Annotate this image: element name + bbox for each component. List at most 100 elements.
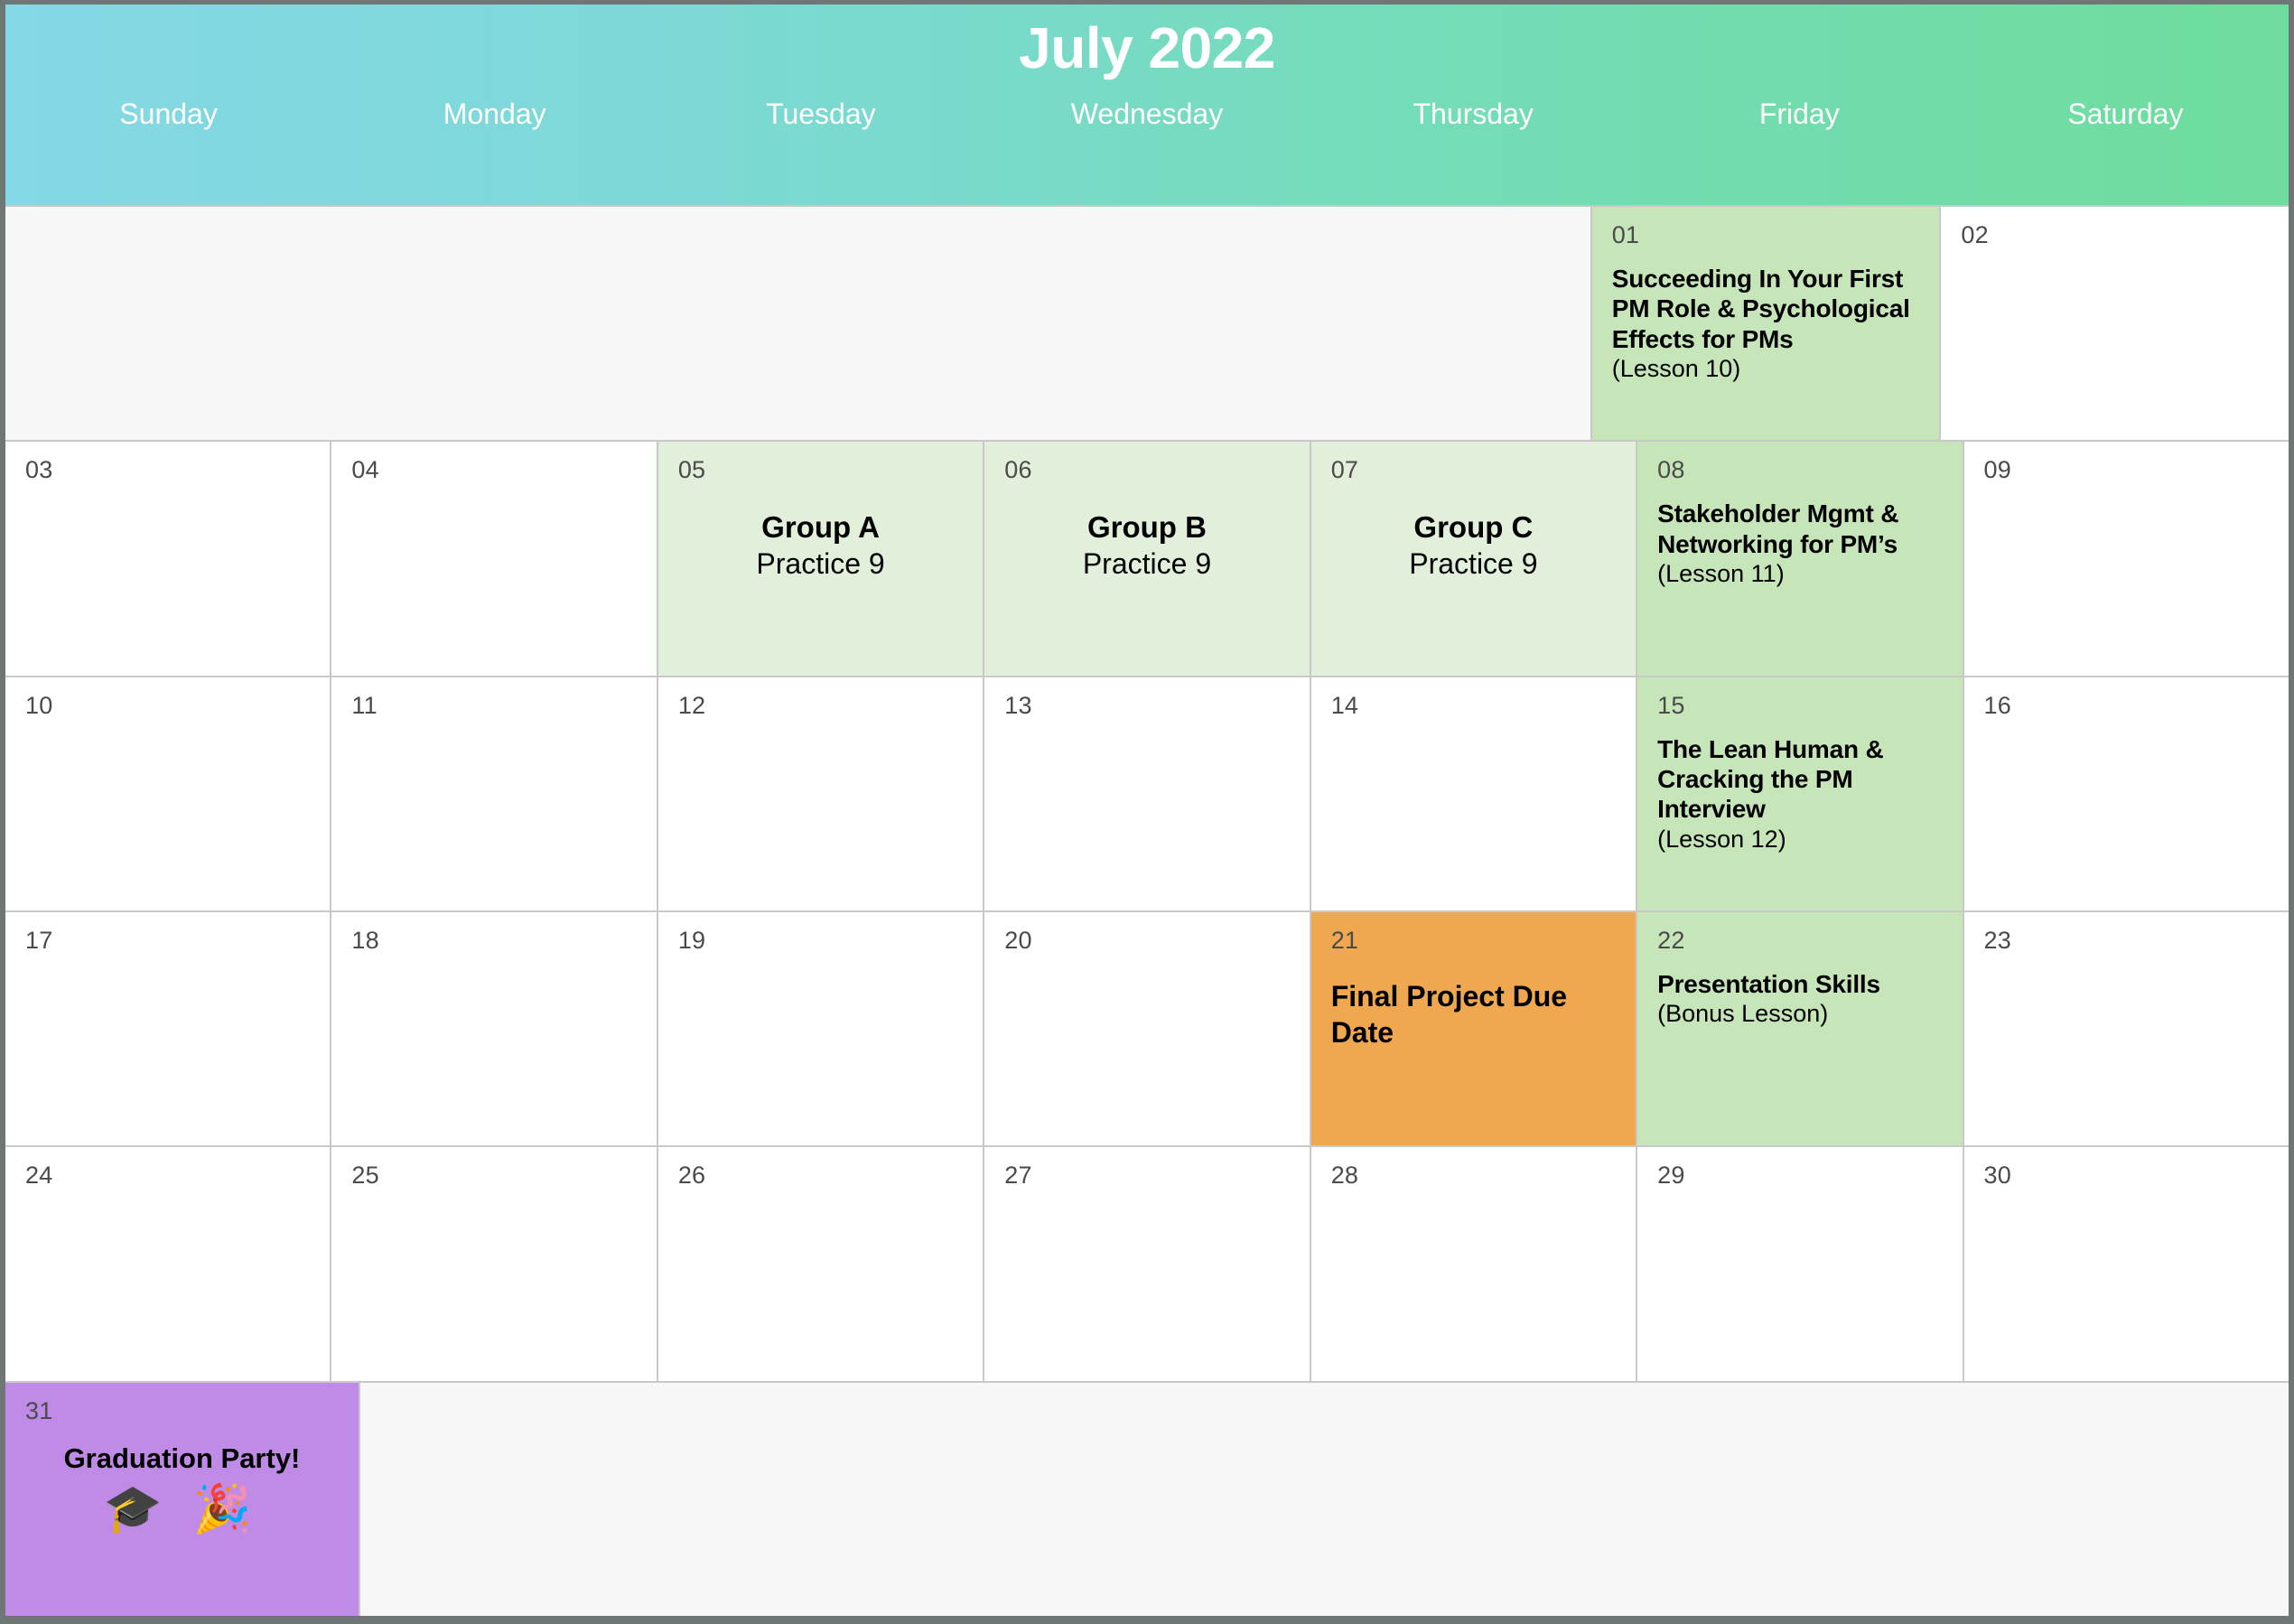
day-number: 30: [1983, 1162, 2011, 1190]
day-cell-17[interactable]: 17: [5, 911, 331, 1146]
day-cell-03[interactable]: 03: [5, 442, 331, 676]
day-number: 13: [1004, 691, 1032, 719]
event-block[interactable]: Group B Practice 9: [1004, 509, 1289, 581]
event-block[interactable]: Group C Practice 9: [1331, 509, 1616, 581]
event-block[interactable]: Stakeholder Mgmt & Networking for PM’s (L…: [1657, 499, 1942, 588]
blank-cell-leading: [5, 207, 1590, 441]
day-number: 09: [1983, 456, 2011, 484]
day-cell-19[interactable]: 19: [657, 911, 984, 1146]
event-title: Stakeholder Mgmt & Networking for PM’s: [1657, 499, 1899, 558]
day-cell-31[interactable]: 31 Graduation Party! 🎓 🎉: [5, 1382, 359, 1616]
day-cell-15[interactable]: 15 The Lean Human & Cracking the PM Inter…: [1637, 677, 1963, 910]
event-title: Final Project Due Date: [1330, 979, 1568, 1049]
event-subtitle: Practice 9: [1409, 546, 1538, 580]
calendar-grid: 01 Succeeding In Your First PM Role & Psy…: [5, 205, 2289, 1616]
day-cell-21[interactable]: 21 Final Project Due Date: [1310, 911, 1637, 1146]
page-title: July 2022: [1019, 15, 1275, 80]
day-cell-23[interactable]: 23: [1963, 911, 2289, 1146]
day-cell-28[interactable]: 28: [1310, 1147, 1637, 1381]
calendar-week-row: 01 Succeeding In Your First PM Role & Psy…: [5, 207, 2289, 441]
day-cell-14[interactable]: 14: [1310, 677, 1637, 910]
weekday-label-monday: Monday: [443, 97, 546, 130]
event-title: The Lean Human & Cracking the PM Intervi…: [1657, 734, 1884, 824]
day-cell-13[interactable]: 13: [984, 677, 1310, 910]
day-number: 11: [351, 691, 378, 719]
weekday-label-saturday: Saturday: [2067, 97, 2184, 130]
day-cell-05[interactable]: 05 Group A Practice 9: [657, 442, 984, 676]
weekday-header-row: Sunday Monday Tuesday Wednesday Thursday…: [5, 98, 2289, 130]
day-cell-24[interactable]: 24: [5, 1147, 331, 1381]
calendar-week-row: 03 04 05 Group A Practice 9 06 Group B Practice…: [5, 442, 2289, 676]
day-number: 12: [677, 691, 706, 719]
weekday-label-wednesday: Wednesday: [1070, 97, 1224, 130]
event-block[interactable]: Succeeding In Your First PM Role & Psych…: [1612, 264, 1920, 383]
day-number: 01: [1611, 221, 1640, 248]
day-cell-18[interactable]: 18: [331, 911, 657, 1146]
day-cell-27[interactable]: 27: [984, 1147, 1310, 1381]
day-number: 06: [1004, 456, 1032, 484]
weekday-label-thursday: Thursday: [1413, 97, 1534, 130]
day-cell-09[interactable]: 09: [1963, 442, 2289, 676]
day-number: 03: [25, 456, 53, 484]
day-number: 16: [1983, 691, 2011, 719]
day-cell-22[interactable]: 22 Presentation Skills (Bonus Lesson): [1637, 911, 1963, 1146]
day-cell-01[interactable]: 01 Succeeding In Your First PM Role & Psy…: [1591, 207, 1940, 441]
event-block[interactable]: Graduation Party! 🎓 🎉: [25, 1442, 339, 1535]
event-subtitle: (Lesson 11): [1657, 559, 1785, 587]
day-number: 19: [677, 926, 706, 954]
day-number: 17: [25, 926, 53, 954]
day-number: 20: [1004, 926, 1032, 954]
calendar: July 2022 Sunday Monday Tuesday Wednesda…: [0, 0, 2294, 1624]
day-cell-16[interactable]: 16: [1963, 677, 2289, 910]
day-cell-12[interactable]: 12: [657, 677, 984, 910]
day-number: 08: [1657, 456, 1685, 484]
event-subtitle: (Lesson 12): [1657, 825, 1786, 853]
day-number: 04: [351, 456, 379, 484]
event-block[interactable]: The Lean Human & Cracking the PM Intervi…: [1657, 734, 1942, 854]
day-number: 24: [25, 1162, 53, 1190]
day-number: 07: [1330, 456, 1359, 484]
day-number: 22: [1657, 926, 1685, 954]
graduation-cap-and-party-popper-icon: 🎓 🎉: [103, 1482, 261, 1535]
day-number: 14: [1330, 691, 1359, 719]
weekday-label-sunday: Sunday: [119, 97, 218, 130]
day-cell-25[interactable]: 25: [331, 1147, 657, 1381]
event-subtitle: (Bonus Lesson): [1657, 1000, 1829, 1028]
day-number: 29: [1657, 1162, 1685, 1190]
day-cell-06[interactable]: 06 Group B Practice 9: [984, 442, 1310, 676]
day-cell-29[interactable]: 29: [1637, 1147, 1963, 1381]
event-title: Group A: [761, 510, 880, 545]
calendar-week-row: 31 Graduation Party! 🎓 🎉: [5, 1382, 2289, 1616]
calendar-header: July 2022 Sunday Monday Tuesday Wednesda…: [5, 5, 2289, 205]
day-cell-20[interactable]: 20: [984, 911, 1310, 1146]
day-cell-26[interactable]: 26: [657, 1147, 984, 1381]
weekday-label-friday: Friday: [1758, 97, 1840, 130]
day-number: 15: [1657, 691, 1685, 719]
weekday-label-tuesday: Tuesday: [766, 97, 876, 130]
day-number: 18: [351, 926, 379, 954]
calendar-week-row: 17 18 19 20 21 Final Project Due Date 22 Presen…: [5, 911, 2289, 1146]
day-cell-04[interactable]: 04: [331, 442, 657, 676]
event-subtitle: Practice 9: [756, 546, 885, 580]
calendar-week-row: 24 25 26 27 28 29 30: [5, 1147, 2289, 1381]
day-cell-08[interactable]: 08 Stakeholder Mgmt & Networking for PM’s…: [1637, 442, 1963, 676]
event-block[interactable]: Final Project Due Date: [1331, 978, 1616, 1050]
day-cell-07[interactable]: 07 Group C Practice 9: [1310, 442, 1637, 676]
event-title: Graduation Party!: [63, 1442, 301, 1474]
event-title: Group B: [1086, 510, 1207, 545]
day-cell-11[interactable]: 11: [331, 677, 657, 910]
event-title: Group C: [1413, 510, 1534, 545]
day-cell-02[interactable]: 02: [1941, 207, 2289, 441]
day-cell-30[interactable]: 30: [1963, 1147, 2289, 1381]
day-number: 26: [677, 1162, 706, 1190]
day-number: 05: [677, 456, 706, 484]
blank-cell-trailing: [359, 1382, 2289, 1616]
calendar-week-row: 10 11 12 13 14 15 The Lean Human & Cracking th…: [5, 677, 2289, 910]
event-title: Presentation Skills: [1657, 969, 1880, 998]
day-number: 02: [1961, 221, 1989, 248]
day-cell-10[interactable]: 10: [5, 677, 331, 910]
event-block[interactable]: Presentation Skills (Bonus Lesson): [1657, 969, 1942, 1028]
day-number: 31: [25, 1396, 53, 1424]
event-block[interactable]: Group A Practice 9: [678, 509, 963, 581]
day-number: 25: [351, 1162, 379, 1190]
